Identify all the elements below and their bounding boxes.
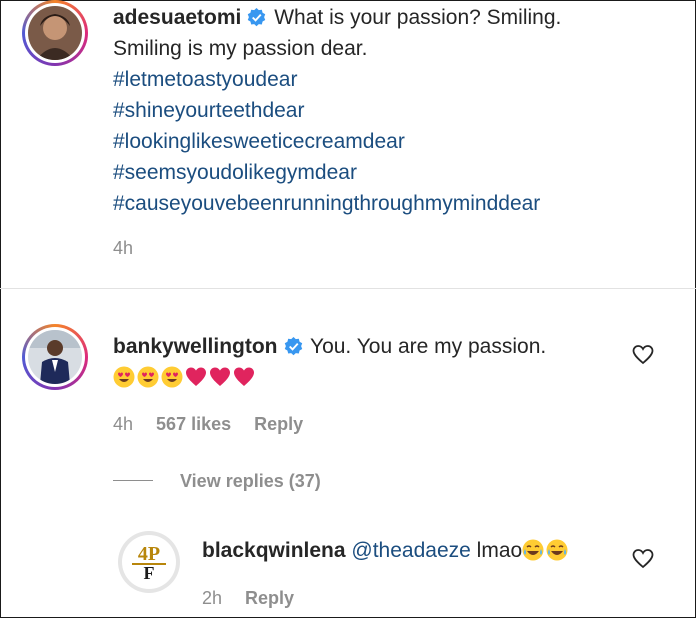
verified-badge-icon: [284, 337, 302, 356]
red-heart-emoji-icon: [210, 367, 230, 386]
view-replies-button[interactable]: View replies (37): [180, 471, 321, 491]
svg-text:4P: 4P: [138, 543, 160, 565]
tears-of-joy-emoji-icon: [522, 539, 544, 561]
view-replies-line: [113, 480, 153, 481]
hashtag-link[interactable]: #shineyourteethdear: [113, 95, 673, 126]
timestamp: 4h: [113, 414, 134, 434]
comment-blackqwinlena: blackqwinlena @theadaeze lmao: [202, 535, 622, 566]
comment-meta: 4h 567 likes Reply: [113, 414, 321, 435]
timestamp: 4h: [113, 238, 134, 258]
likes-count[interactable]: 567 likes: [156, 414, 231, 434]
red-heart-emoji-icon: [234, 367, 254, 386]
timestamp: 2h: [202, 588, 223, 608]
heart-eyes-emoji-icon: [137, 366, 159, 388]
svg-text:F: F: [144, 563, 155, 583]
reply-button[interactable]: Reply: [245, 588, 294, 608]
comment-adesuaetomi: adesuaetomi What is your passion? Smilin…: [113, 2, 673, 219]
like-heart-icon[interactable]: [632, 344, 654, 366]
emoji-row: [113, 366, 257, 389]
tears-of-joy-emoji-icon: [546, 539, 568, 561]
like-heart-icon[interactable]: [632, 548, 654, 570]
hashtag-link[interactable]: #lookinglikesweeticecreamdear: [113, 126, 673, 157]
section-divider: [0, 288, 696, 289]
hashtag-link[interactable]: #causeyouvebeenrunningthroughmyminddear: [113, 188, 673, 219]
comment-meta: 4h: [113, 238, 151, 259]
hashtag-link[interactable]: #seemsyoudolikegymdear: [113, 157, 673, 188]
heart-eyes-emoji-icon: [113, 366, 135, 388]
reply-button[interactable]: Reply: [254, 414, 303, 434]
mention-link[interactable]: @theadaeze: [351, 539, 470, 562]
heart-eyes-emoji-icon: [161, 366, 183, 388]
comment-text-line2: Smiling is my passion dear.: [113, 37, 368, 60]
red-heart-emoji-icon: [186, 367, 206, 386]
view-replies: View replies (37): [180, 471, 339, 492]
comment-bankywellington: bankywellington You. You are my passion.: [113, 331, 633, 393]
comment-text: What is your passion? Smiling.: [274, 6, 562, 29]
avatar-blackqwinlena[interactable]: 4P F: [118, 531, 180, 593]
username[interactable]: adesuaetomi: [113, 6, 241, 29]
username[interactable]: blackqwinlena: [202, 539, 346, 562]
username[interactable]: bankywellington: [113, 335, 278, 358]
avatar-adesuaetomi[interactable]: [22, 0, 88, 66]
verified-badge-icon: [248, 8, 266, 27]
comment-meta: 2h Reply: [202, 588, 312, 609]
hashtag-link[interactable]: #letmetoastyoudear: [113, 64, 673, 95]
comment-text: You. You are my passion.: [309, 335, 547, 358]
comment-text: lmao: [476, 539, 523, 562]
avatar-bankywellington[interactable]: [22, 324, 88, 390]
